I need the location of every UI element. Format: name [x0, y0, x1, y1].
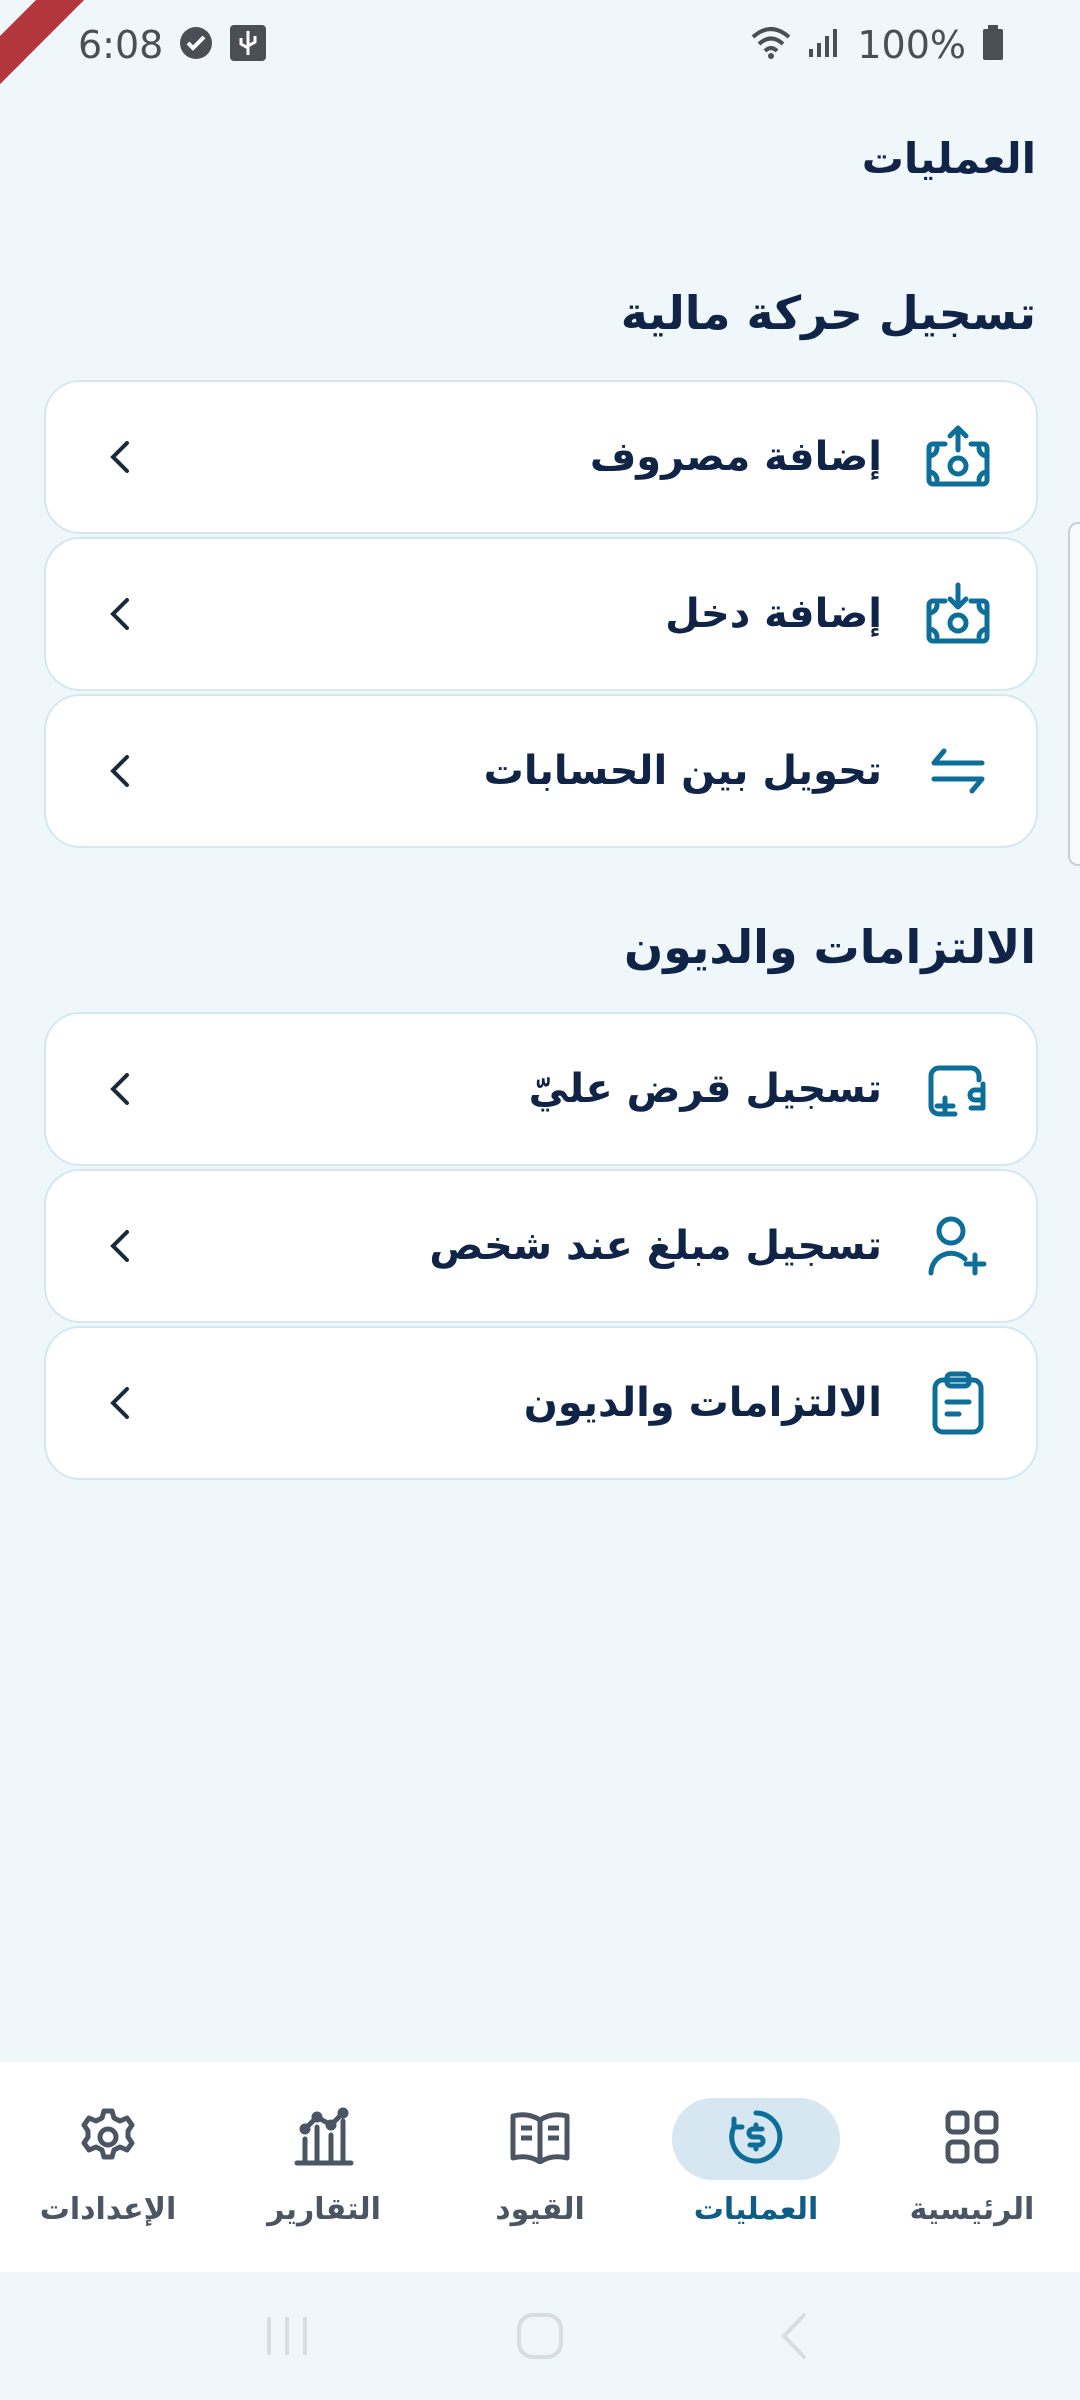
add-income-label: إضافة دخل — [665, 591, 882, 637]
nav-reports-label: التقارير — [267, 2192, 381, 2227]
bottom-nav: الرئيسية العمليات القيود التقارير الإعدا… — [0, 2062, 1080, 2272]
income-download-icon — [918, 574, 998, 654]
chevron-left-icon — [100, 594, 140, 634]
usb-icon — [229, 24, 267, 66]
add-expense-item[interactable]: إضافة مصروف — [44, 380, 1038, 534]
chevron-left-icon — [100, 1226, 140, 1266]
scroll-handle[interactable] — [1068, 522, 1080, 866]
signal-icon — [807, 27, 841, 63]
book-icon — [509, 2110, 571, 2168]
status-left: 6:08 — [78, 23, 267, 67]
status-time: 6:08 — [78, 23, 164, 67]
page-title: العمليات — [861, 134, 1036, 183]
user-add-icon — [918, 1206, 998, 1286]
nav-operations[interactable]: العمليات — [648, 2062, 864, 2272]
battery-icon — [982, 25, 1004, 65]
section-title-obligations-debts: الالتزامات والديون — [623, 920, 1036, 974]
system-nav-bar — [0, 2272, 1080, 2400]
obligations-debts-label: الالتزامات والديون — [523, 1380, 882, 1426]
nav-settings-label: الإعدادات — [39, 2192, 177, 2227]
record-loan-item[interactable]: تسجيل قرض عليّ — [44, 1012, 1038, 1166]
nav-home-label: الرئيسية — [909, 2192, 1035, 2227]
add-expense-label: إضافة مصروف — [589, 434, 882, 480]
battery-percentage: 100% — [857, 23, 966, 67]
record-loan-label: تسجيل قرض عليّ — [528, 1066, 882, 1112]
nav-home-icon-wrap — [888, 2098, 1056, 2180]
back-button[interactable] — [753, 2306, 833, 2366]
record-amount-label: تسجيل مبلغ عند شخص — [429, 1223, 882, 1269]
transfer-arrows-icon — [918, 731, 998, 811]
nav-home[interactable]: الرئيسية — [864, 2062, 1080, 2272]
nav-entries[interactable]: القيود — [432, 2062, 648, 2272]
status-bar: 6:08 100% — [0, 0, 1080, 90]
chevron-left-icon — [100, 437, 140, 477]
expense-upload-icon — [918, 417, 998, 497]
nav-settings[interactable]: الإعدادات — [0, 2062, 216, 2272]
screen: 6:08 100% العمليات تسجيل حركة مالية إضاف… — [0, 0, 1080, 2400]
recent-apps-button[interactable] — [247, 2306, 327, 2366]
chevron-left-icon — [100, 1069, 140, 1109]
nav-operations-label: العمليات — [693, 2192, 819, 2227]
section-title-financial-transaction: تسجيل حركة مالية — [620, 286, 1036, 340]
nav-reports-icon-wrap — [240, 2098, 408, 2180]
nav-entries-label: القيود — [495, 2192, 585, 2227]
add-income-item[interactable]: إضافة دخل — [44, 537, 1038, 691]
obligations-debts-item[interactable]: الالتزامات والديون — [44, 1326, 1038, 1480]
nav-settings-icon-wrap — [24, 2098, 192, 2180]
grid-icon — [944, 2109, 1000, 2169]
transfer-between-accounts-item[interactable]: تحويل بين الحسابات — [44, 694, 1038, 848]
nav-entries-icon-wrap — [456, 2098, 624, 2180]
chart-icon — [293, 2107, 355, 2171]
check-circle-icon — [179, 26, 213, 64]
status-right: 100% — [751, 23, 1004, 67]
home-button[interactable] — [500, 2306, 580, 2366]
transfer-label: تحويل بين الحسابات — [483, 748, 882, 794]
dollar-cycle-icon — [726, 2107, 786, 2171]
chevron-left-icon — [100, 1383, 140, 1423]
clipboard-icon — [918, 1363, 998, 1443]
wifi-icon — [751, 27, 791, 63]
nav-operations-icon-wrap — [672, 2098, 840, 2180]
wallet-add-icon — [918, 1049, 998, 1129]
nav-reports[interactable]: التقارير — [216, 2062, 432, 2272]
chevron-left-icon — [100, 751, 140, 791]
gear-icon — [78, 2107, 138, 2171]
record-amount-with-person-item[interactable]: تسجيل مبلغ عند شخص — [44, 1169, 1038, 1323]
